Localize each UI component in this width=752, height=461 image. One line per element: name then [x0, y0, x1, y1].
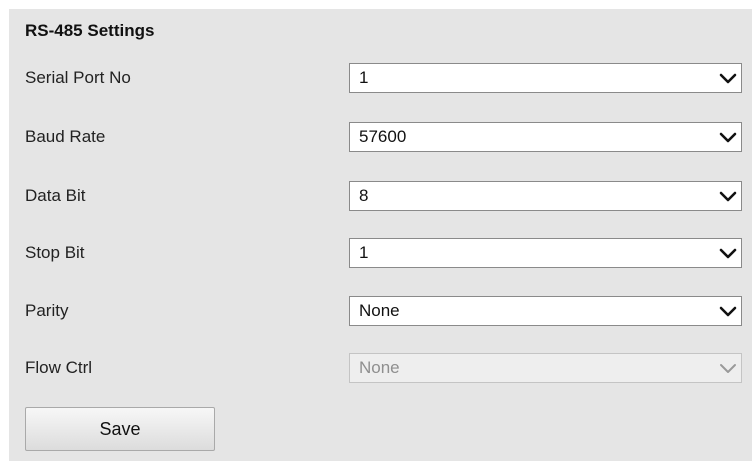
- baud-rate-value: 57600: [359, 127, 407, 146]
- flow-ctrl-value: None: [359, 358, 400, 377]
- baud-rate-select[interactable]: 57600: [349, 122, 742, 152]
- section-title: RS-485 Settings: [25, 21, 155, 40]
- chevron-down-icon: [719, 248, 737, 259]
- parity-value: None: [359, 301, 400, 320]
- chevron-down-icon: [719, 306, 737, 317]
- flow-ctrl-select: None: [349, 353, 742, 383]
- data-bit-select[interactable]: 8: [349, 181, 742, 211]
- chevron-down-icon: [719, 73, 737, 84]
- serial-port-no-select[interactable]: 1: [349, 63, 742, 93]
- serial-port-no-label: Serial Port No: [25, 68, 131, 87]
- rs485-settings-panel: RS-485 Settings Serial Port No 1 Baud Ra…: [9, 9, 752, 461]
- baud-rate-label: Baud Rate: [25, 127, 106, 146]
- chevron-down-icon: [719, 132, 737, 143]
- flow-ctrl-label: Flow Ctrl: [25, 358, 93, 377]
- stop-bit-value: 1: [359, 243, 369, 262]
- chevron-down-icon: [719, 191, 737, 202]
- save-button[interactable]: Save: [25, 407, 215, 451]
- serial-port-no-value: 1: [359, 68, 369, 87]
- parity-label: Parity: [25, 301, 69, 320]
- data-bit-value: 8: [359, 186, 369, 205]
- parity-select[interactable]: None: [349, 296, 742, 326]
- chevron-down-icon: [720, 364, 736, 373]
- stop-bit-label: Stop Bit: [25, 243, 85, 262]
- data-bit-label: Data Bit: [25, 186, 86, 205]
- stop-bit-select[interactable]: 1: [349, 238, 742, 268]
